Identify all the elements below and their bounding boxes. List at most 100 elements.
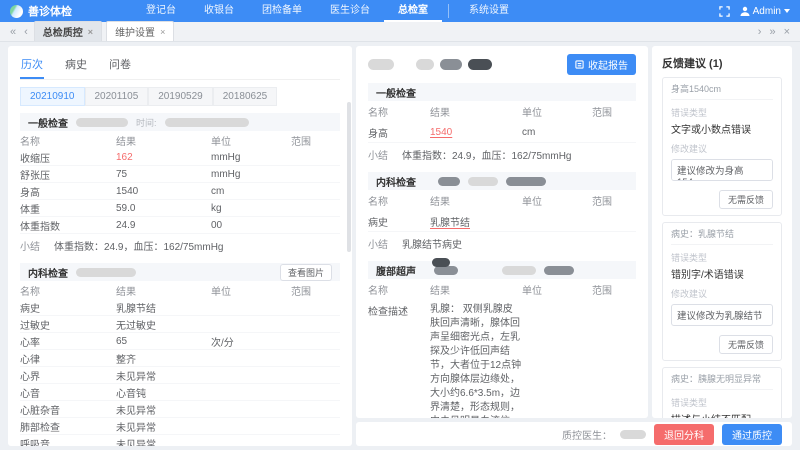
qc-doctor-label: 质控医生： xyxy=(562,427,612,442)
cell-result: 75 xyxy=(116,169,211,180)
section-header-internal: 内科检查 查看图片 xyxy=(20,263,340,281)
tab-medical-history[interactable]: 病史 xyxy=(64,54,88,79)
tabs-scroll-left-icon[interactable]: ‹ xyxy=(20,23,32,41)
main-content: 历次 病史 问卷 20210910 20201105 20190529 2018… xyxy=(0,42,800,450)
reject-to-department-button[interactable]: 退回分科 xyxy=(654,424,714,445)
view-image-button[interactable]: 查看图片 xyxy=(280,264,332,281)
section-header-ultrasound: 腹部超声 xyxy=(368,261,636,279)
date-chip[interactable]: 20190529 xyxy=(148,87,213,106)
table-row: 过敏史 无过敏史 xyxy=(20,316,340,333)
tab-label: 总检质控 xyxy=(43,24,83,39)
tab-questionnaire[interactable]: 问卷 xyxy=(108,54,132,79)
close-icon[interactable]: × xyxy=(160,27,165,37)
tabs-scroll-end-icon[interactable]: » xyxy=(765,23,779,41)
suggestion-input[interactable]: 建议修改为乳腺结节 xyxy=(671,304,773,326)
error-type-value: 文字或小数点错误 xyxy=(671,121,773,136)
summary-label: 小结 xyxy=(368,147,388,162)
user-name: Admin xyxy=(753,6,781,17)
approve-qc-button[interactable]: 通过质控 xyxy=(722,424,782,445)
table-row: 心界 未见异常 xyxy=(20,367,340,384)
exam-description-row: 检查描述 乳腺： 双侧乳腺皮肤回声清晰，腺体回声呈细密光点，左乳探及少许低回声结… xyxy=(368,300,636,418)
col-unit: 单位 xyxy=(211,283,291,298)
section-title: 内科检查 xyxy=(376,174,416,189)
close-icon[interactable]: × xyxy=(88,27,93,37)
user-menu[interactable]: Admin xyxy=(740,6,790,17)
table-row: 心律 整齐 xyxy=(20,350,340,367)
tabs-scroll-right-icon[interactable]: › xyxy=(754,23,766,41)
suggestion-input[interactable]: 建议修改为身高154cm xyxy=(671,159,773,181)
nav-item-cashier[interactable]: 收银台 xyxy=(190,0,248,22)
nav-item-doctor-station[interactable]: 医生诊台 xyxy=(316,0,384,22)
col-unit: 单位 xyxy=(522,282,592,297)
cell-unit: cm xyxy=(522,127,592,138)
table-header: 名称 结果 单位 范围 xyxy=(20,131,340,149)
tab-maintenance-settings[interactable]: 维护设置 × xyxy=(106,21,174,41)
main-nav: 登记台 收银台 团检备单 医生诊台 总检室 系统设置 xyxy=(132,0,523,22)
col-name: 名称 xyxy=(20,283,116,298)
table-row: 体重指数 24.9 00 xyxy=(20,217,340,234)
cell-result: 1540 xyxy=(116,186,211,197)
suggestion-label: 修改建议 xyxy=(671,142,773,155)
date-chip[interactable]: 20201105 xyxy=(85,87,149,106)
error-type-value: 错别字/术语错误 xyxy=(671,266,773,281)
table-row: 病史 乳腺节结 xyxy=(368,211,636,232)
cell-name: 体重指数 xyxy=(20,218,116,233)
section-summary: 小结 乳腺结节病史 xyxy=(368,232,636,254)
table-row: 心率 65 次/分 xyxy=(20,333,340,350)
redacted-name xyxy=(432,258,450,267)
table-row: 病史 乳腺节结 xyxy=(20,299,340,316)
cell-name: 呼吸音 xyxy=(20,436,116,447)
nav-item-group-check[interactable]: 团检备单 xyxy=(248,0,316,22)
feedback-card: 病史：胰腺无明显异常 错误类型 描述与小结不匹配 修改建议 小结有胰腺占位但是描… xyxy=(662,367,782,418)
cell-name: 心律 xyxy=(20,351,116,366)
error-type-label: 错误类型 xyxy=(671,396,773,409)
table-row: 体重 59.0 kg xyxy=(20,200,340,217)
history-panel: 历次 病史 问卷 20210910 20201105 20190529 2018… xyxy=(8,46,352,446)
redacted-name xyxy=(76,118,128,127)
table-header: 名称 结果 单位 范围 xyxy=(20,281,340,299)
table-header: 名称 结果 单位 范围 xyxy=(368,101,636,122)
tabs-close-all-icon[interactable]: × xyxy=(780,23,794,41)
nav-item-registration[interactable]: 登记台 xyxy=(132,0,190,22)
table-row: 身高 1540 cm xyxy=(368,122,636,143)
nav-item-system-settings[interactable]: 系统设置 xyxy=(455,0,523,22)
cell-result: 162 xyxy=(116,152,211,163)
report-header: 收起报告 xyxy=(368,52,636,76)
feedback-card-title: 病史：乳腺节结 xyxy=(671,228,773,245)
cell-result-flagged: 1540 xyxy=(430,127,522,138)
table-row: 身高 1540 cm xyxy=(20,183,340,200)
table-row: 肺部检查 未见异常 xyxy=(20,418,340,435)
date-chip[interactable]: 20180625 xyxy=(213,87,278,106)
table-row: 舒张压 75 mmHg xyxy=(20,166,340,183)
fullscreen-icon[interactable] xyxy=(719,6,730,17)
report-icon xyxy=(575,60,584,69)
section-title: 一般检查 xyxy=(28,115,68,130)
cell-unit: mmHg xyxy=(211,169,291,180)
tabs-scroll-start-icon[interactable]: « xyxy=(6,23,20,41)
nav-item-summary-room[interactable]: 总检室 xyxy=(384,0,442,22)
cell-unit: kg xyxy=(211,203,291,214)
table-row: 收缩压 162 mmHg xyxy=(20,149,340,166)
col-result: 结果 xyxy=(430,104,522,119)
top-navbar: 善诊体检 登记台 收银台 团检备单 医生诊台 总检室 系统设置 Admin xyxy=(0,0,800,22)
right-area: 收起报告 一般检查 名称 结果 单位 范围 身高 1540 cm xyxy=(356,46,792,446)
summary-text: 体重指数：24.9，血压：162/75mmHg xyxy=(54,238,224,253)
collapse-report-button[interactable]: 收起报告 xyxy=(567,54,636,75)
cell-unit: 00 xyxy=(211,220,291,231)
app-title: 善诊体检 xyxy=(28,3,72,19)
cell-result: 心音钝 xyxy=(116,385,211,400)
cell-name: 肺部检查 xyxy=(20,419,116,434)
redacted-name xyxy=(76,268,136,277)
redacted-name xyxy=(506,177,546,186)
tab-history[interactable]: 历次 xyxy=(20,54,44,79)
scrollbar-thumb[interactable] xyxy=(347,102,351,252)
nav-divider xyxy=(448,4,449,18)
date-chip[interactable]: 20210910 xyxy=(20,87,85,106)
dismiss-feedback-button[interactable]: 无需反馈 xyxy=(719,190,773,209)
dismiss-feedback-button[interactable]: 无需反馈 xyxy=(719,335,773,354)
desc-normal: 乳腺： 双侧乳腺皮肤回声清晰，腺体回声呈细密光点，左乳探及少许低回声结节，大者位… xyxy=(430,304,521,418)
col-result: 结果 xyxy=(116,133,211,148)
desc-text: 乳腺： 双侧乳腺皮肤回声清晰，腺体回声呈细密光点，左乳探及少许低回声结节，大者位… xyxy=(430,303,522,418)
cell-name: 心脏杂音 xyxy=(20,402,116,417)
tab-quality-control[interactable]: 总检质控 × xyxy=(34,21,102,41)
